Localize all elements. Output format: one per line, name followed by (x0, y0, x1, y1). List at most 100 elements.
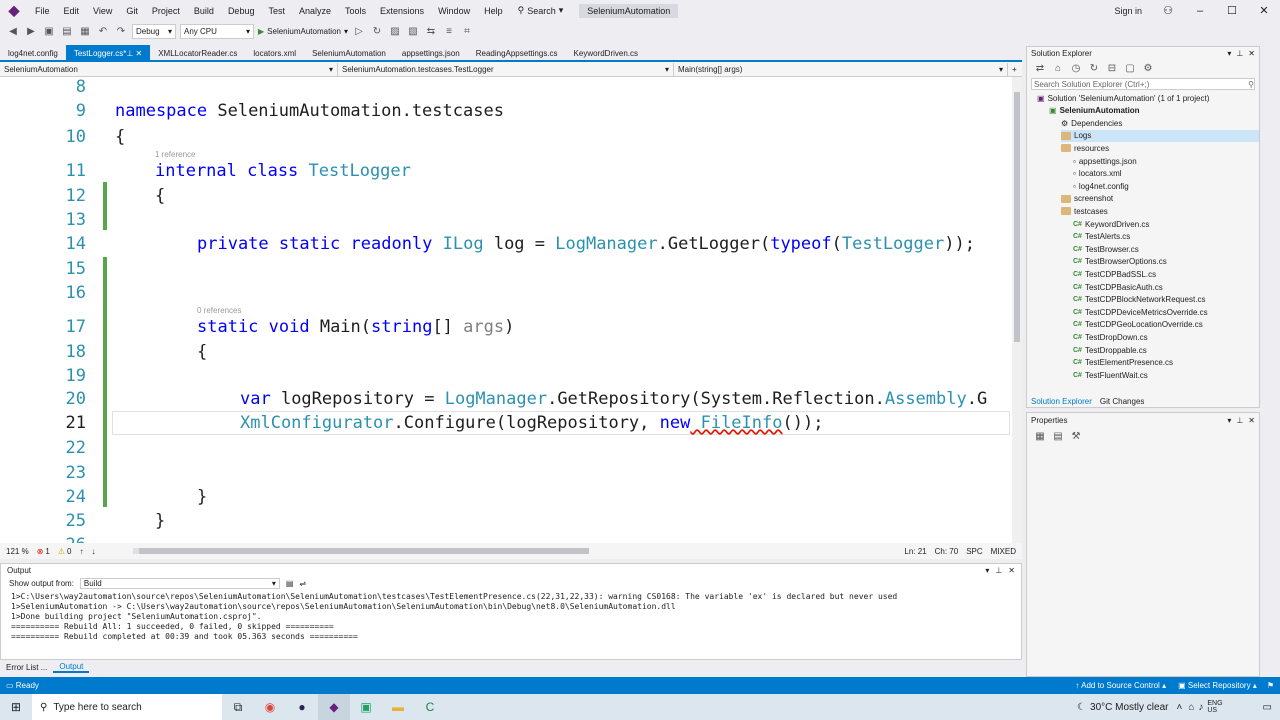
arrow-up-icon[interactable]: ↑ (79, 547, 83, 556)
line-ending-indicator[interactable]: MIXED (991, 547, 1022, 556)
history-icon[interactable]: ◷ (1069, 61, 1083, 75)
chevron-down-icon[interactable]: ▾ (1227, 49, 1231, 58)
eclipse-icon[interactable]: ● (286, 694, 318, 720)
add-to-source-control-button[interactable]: ↑ Add to Source Control ▴ (1075, 681, 1178, 690)
editor-vertical-scrollbar[interactable] (1012, 77, 1022, 543)
save-icon[interactable]: ▦ (78, 24, 92, 38)
pin-icon[interactable]: ⊥ (995, 566, 1002, 575)
error-count[interactable]: ⊗ 1 (37, 547, 50, 556)
forward-icon[interactable]: ▶ (24, 24, 38, 38)
document-tab[interactable]: XMLLocatorReader.cs (150, 45, 245, 61)
task-view-icon[interactable]: ⧉ (222, 694, 254, 720)
redo-icon[interactable]: ↷ (114, 24, 128, 38)
scrollbar-thumb[interactable] (139, 548, 590, 554)
new-item-icon[interactable]: ▣ (42, 24, 56, 38)
toolbar-icon-c[interactable]: ⇆ (424, 24, 438, 38)
comment-icon[interactable]: ≡ (442, 24, 456, 38)
document-tab[interactable]: TestLogger.cs* ⊥ ✕ (65, 45, 151, 61)
search-button[interactable]: ⚲ Search ▾ (510, 5, 572, 16)
add-icon[interactable]: + (1008, 65, 1017, 74)
toolbar-icon-b[interactable]: ▧ (406, 24, 420, 38)
taskbar-search-input[interactable]: ⚲ Type here to search (32, 694, 222, 720)
home-icon[interactable]: ⌂ (1051, 61, 1065, 75)
solution-search-input[interactable]: Search Solution Explorer (Ctrl+;) ⚲ (1031, 78, 1255, 90)
solution-tree-item[interactable]: ▫ locators.xml (1073, 168, 1122, 180)
visual-studio-icon[interactable]: ◆ (318, 694, 350, 720)
show-all-files-icon[interactable]: ▢ (1123, 61, 1137, 75)
solution-tree-item[interactable]: C# TestFluentWait.cs (1073, 369, 1148, 381)
solution-tree-item[interactable]: C# TestCDPBlockNetworkRequest.cs (1073, 294, 1205, 306)
solution-tree-item[interactable]: C# TestDropDown.cs (1073, 331, 1148, 343)
output-source-select[interactable]: Build ▾ (79, 577, 280, 589)
solution-tree-item[interactable]: C# KeywordDriven.cs (1073, 218, 1149, 230)
start-without-debug-icon[interactable]: ▷ (352, 24, 366, 38)
select-repository-button[interactable]: ▣ Select Repository ▴ (1178, 681, 1267, 690)
hot-reload-icon[interactable]: ↻ (370, 24, 384, 38)
solution-tree-item[interactable]: ⚙ Dependencies (1061, 117, 1122, 129)
solution-tree-item[interactable]: C# TestCDPDeviceMetricsOverride.cs (1073, 306, 1208, 318)
menu-item-view[interactable]: View (86, 6, 119, 16)
configuration-select[interactable]: Debug ▾ (132, 23, 176, 39)
scrollbar-thumb[interactable] (1014, 92, 1020, 342)
document-tab[interactable]: ReadingAppsettings.cs (468, 45, 566, 61)
windows-start-icon[interactable]: ⊞ (0, 694, 32, 720)
warning-count[interactable]: ⚠ 0 (58, 547, 72, 556)
weather-icon[interactable]: ☾ (1077, 702, 1086, 713)
close-icon[interactable]: ✕ (1248, 416, 1255, 425)
arrow-down-icon[interactable]: ↓ (91, 547, 95, 556)
network-icon[interactable]: ⌂ (1188, 702, 1198, 713)
document-tab[interactable]: SeleniumAutomation (304, 45, 394, 61)
wrench-icon[interactable]: ⚒ (1069, 429, 1083, 443)
notifications-icon[interactable]: ▭ (1263, 702, 1280, 713)
output-text[interactable]: 1>C:\Users\way2automation\source\repos\S… (1, 590, 1021, 644)
tab-close-icon[interactable]: ⊥ ✕ (126, 49, 142, 58)
close-icon[interactable]: ✕ (1248, 49, 1255, 58)
maximize-icon[interactable]: ☐ (1216, 4, 1248, 17)
whitespace-indicator[interactable]: SPC (966, 547, 982, 556)
solution-tree-item[interactable]: C# TestCDPGeoLocationOverride.cs (1073, 319, 1203, 331)
run-button[interactable]: ▶ SeleniumAutomation ▾ (258, 27, 348, 36)
chevron-down-icon[interactable]: ▾ (1227, 416, 1231, 425)
toolbar-icon-a[interactable]: ▨ (388, 24, 402, 38)
document-tab[interactable]: KeywordDriven.cs (566, 45, 646, 61)
menu-item-tools[interactable]: Tools (338, 6, 373, 16)
reference-count-hint[interactable]: 0 references (197, 306, 241, 315)
clear-all-icon[interactable]: ▤ (286, 579, 294, 588)
menu-item-build[interactable]: Build (187, 6, 221, 16)
document-tab[interactable]: locators.xml (245, 45, 304, 61)
refresh-icon[interactable]: ↻ (1087, 61, 1101, 75)
solution-tree-item[interactable]: ▣ Solution 'SeleniumAutomation' (1 of 1 p… (1037, 92, 1209, 104)
platform-select[interactable]: Any CPU ▾ (180, 23, 254, 39)
solution-tree-item[interactable]: ▫ appsettings.json (1073, 155, 1137, 167)
menu-item-edit[interactable]: Edit (57, 6, 87, 16)
file-explorer-icon[interactable]: ▬ (382, 694, 414, 720)
notification-icon[interactable]: ⚑ (1267, 681, 1280, 690)
editor-horizontal-scrollbar[interactable] (133, 548, 590, 554)
language-indicator[interactable]: ENG US (1207, 700, 1262, 714)
solution-tree-item[interactable]: C# TestBrowser.cs (1073, 243, 1139, 255)
reference-count-hint[interactable]: 1 reference (155, 150, 195, 159)
sign-in-link[interactable]: Sign in (1104, 6, 1152, 16)
solution-tree-item[interactable]: ▣ SeleniumAutomation (1049, 105, 1140, 117)
solution-tree-item[interactable]: C# TestAlerts.cs (1073, 231, 1130, 243)
open-icon[interactable]: ▤ (60, 24, 74, 38)
bookmark-icon[interactable]: ⌗ (460, 24, 474, 38)
bottom-tab[interactable]: Output (53, 662, 90, 673)
menu-item-extensions[interactable]: Extensions (373, 6, 431, 16)
pin-icon[interactable]: ▾ (985, 566, 989, 575)
collapse-all-icon[interactable]: ⊟ (1105, 61, 1119, 75)
weather-text[interactable]: 30°C Mostly clear (1086, 702, 1176, 713)
project-dropdown[interactable]: SeleniumAutomation ▾ (0, 62, 338, 76)
solution-tree-item[interactable]: ▫ log4net.config (1073, 180, 1129, 192)
code-editor[interactable]: 8 9 10 11 12 13 14 15 16 17 18 19 20 21 22 23 24 25 26 nam… (0, 77, 1022, 543)
close-icon[interactable]: ✕ (1008, 566, 1015, 575)
solution-tree-item[interactable]: C# TestDroppable.cs (1073, 344, 1147, 356)
menu-item-test[interactable]: Test (261, 6, 292, 16)
alphabetical-icon[interactable]: ▤ (1051, 429, 1065, 443)
categorized-icon[interactable]: ▦ (1033, 429, 1047, 443)
document-tab[interactable]: log4net.config (0, 45, 66, 61)
close-window-icon[interactable]: ✕ (1248, 4, 1280, 17)
class-dropdown[interactable]: SeleniumAutomation.testcases.TestLogger ▾ (338, 62, 674, 76)
zoom-level[interactable]: 121 % (6, 547, 29, 556)
minimize-icon[interactable]: – (1184, 5, 1216, 17)
